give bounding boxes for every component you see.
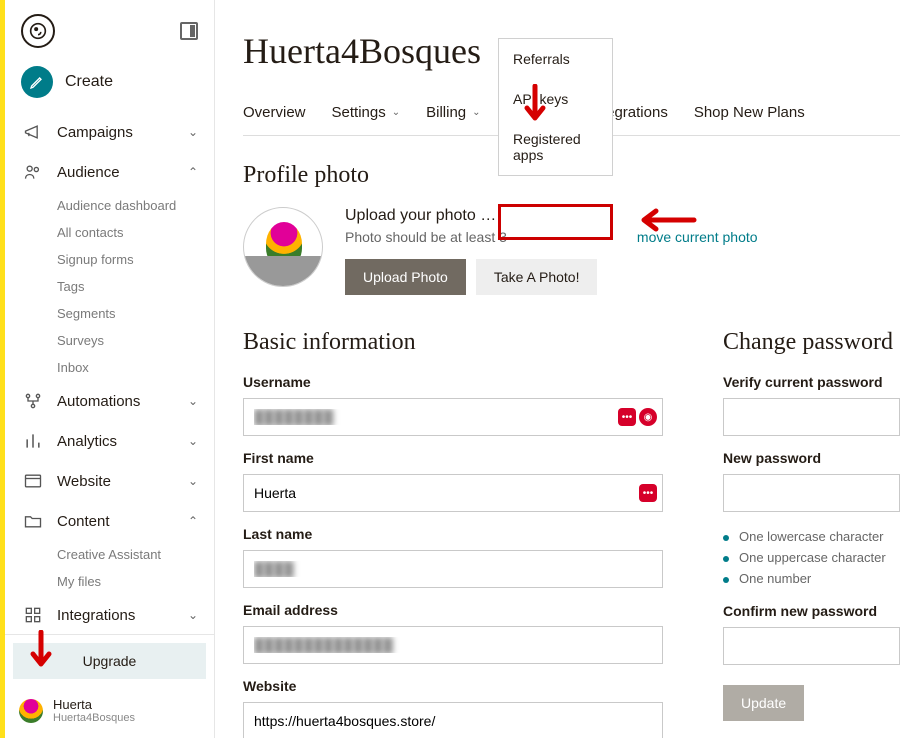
sub-my-files[interactable]: My files: [15, 568, 204, 595]
profile-avatar[interactable]: ✎: [243, 207, 323, 287]
lastpass-icon: •••: [639, 484, 657, 502]
website-input[interactable]: [243, 702, 663, 738]
menu-referrals[interactable]: Referrals: [499, 39, 612, 79]
nav-website[interactable]: Website ⌄: [15, 461, 204, 501]
new-password-input[interactable]: [723, 474, 900, 512]
chevron-down-icon: ⌄: [392, 107, 400, 118]
sub-inbox[interactable]: Inbox: [15, 354, 204, 381]
upload-title: Upload your photo …: [345, 207, 758, 225]
username-label: Username: [243, 374, 663, 390]
nav-campaigns[interactable]: Campaigns ⌄: [15, 112, 204, 152]
sub-signup-forms[interactable]: Signup forms: [15, 246, 204, 273]
chevron-down-icon: ⌄: [188, 434, 198, 448]
create-button[interactable]: Create: [5, 58, 214, 112]
shield-icon: ◉: [639, 408, 657, 426]
chevron-up-icon: ⌃: [188, 514, 198, 528]
confirm-password-label: Confirm new password: [723, 603, 900, 619]
verify-password-input[interactable]: [723, 398, 900, 436]
bar-chart-icon: [21, 429, 45, 453]
website-label: Website: [243, 678, 663, 694]
take-photo-button[interactable]: Take A Photo!: [476, 259, 598, 295]
tab-shop-new-plans[interactable]: Shop New Plans: [694, 96, 805, 135]
nav-integrations[interactable]: Integrations ⌄: [15, 595, 204, 634]
flow-icon: [21, 389, 45, 413]
people-icon: [21, 160, 45, 184]
chevron-down-icon: ⌄: [188, 125, 198, 139]
nav-automations[interactable]: Automations ⌄: [15, 381, 204, 421]
password-manager-icons[interactable]: •••: [639, 484, 657, 502]
update-button[interactable]: Update: [723, 685, 804, 721]
user-name: Huerta: [53, 697, 135, 712]
basic-info-heading: Basic information: [243, 329, 663, 356]
upload-info: Upload your photo … Photo should be at l…: [345, 207, 758, 295]
rule-lowercase: One lowercase character: [723, 526, 900, 547]
rule-number: One number: [723, 568, 900, 589]
user-org: Huerta4Bosques: [53, 712, 135, 724]
first-name-input[interactable]: [243, 474, 663, 512]
tab-overview[interactable]: Overview: [243, 96, 306, 135]
last-name-label: Last name: [243, 526, 663, 542]
tab-billing[interactable]: Billing⌄: [426, 96, 480, 135]
email-input[interactable]: [243, 626, 663, 664]
chevron-down-icon: ⌄: [188, 394, 198, 408]
last-name-input[interactable]: [243, 550, 663, 588]
password-manager-icons[interactable]: ••• ◉: [618, 408, 657, 426]
nav-content[interactable]: Content ⌃: [15, 501, 204, 541]
collapse-panel-icon[interactable]: [180, 22, 198, 40]
chevron-down-icon: ⌄: [188, 608, 198, 622]
menu-registered-apps[interactable]: Registered apps: [499, 119, 612, 175]
rule-uppercase: One uppercase character: [723, 547, 900, 568]
sub-surveys[interactable]: Surveys: [15, 327, 204, 354]
upload-photo-button[interactable]: Upload Photo: [345, 259, 466, 295]
grid-icon: [21, 603, 45, 627]
remove-photo-link[interactable]: move current photo: [637, 229, 758, 245]
sub-creative-assistant[interactable]: Creative Assistant: [15, 541, 204, 568]
create-label: Create: [65, 73, 113, 91]
sidebar: Create Campaigns ⌄ Audience ⌃ Audience d…: [5, 0, 215, 738]
chevron-down-icon: ⌄: [472, 107, 480, 118]
change-password-heading: Change password: [723, 329, 900, 356]
window-icon: [21, 469, 45, 493]
edit-photo-icon[interactable]: ✎: [273, 262, 293, 282]
mailchimp-logo[interactable]: [21, 14, 55, 48]
chevron-up-icon: ⌃: [188, 165, 198, 179]
sub-segments[interactable]: Segments: [15, 300, 204, 327]
user-footer[interactable]: Huerta Huerta4Bosques: [5, 687, 214, 738]
megaphone-icon: [21, 120, 45, 144]
confirm-password-input[interactable]: [723, 627, 900, 665]
folder-icon: [21, 509, 45, 533]
password-rules: One lowercase character One uppercase ch…: [723, 526, 900, 589]
menu-api-keys[interactable]: API keys: [499, 79, 612, 119]
sub-all-contacts[interactable]: All contacts: [15, 219, 204, 246]
sub-audience-dashboard[interactable]: Audience dashboard: [15, 192, 204, 219]
email-label: Email address: [243, 602, 663, 618]
username-input[interactable]: [243, 398, 663, 436]
tab-settings[interactable]: Settings⌄: [332, 96, 401, 135]
lastpass-icon: •••: [618, 408, 636, 426]
nav-analytics[interactable]: Analytics ⌄: [15, 421, 204, 461]
first-name-label: First name: [243, 450, 663, 466]
verify-password-label: Verify current password: [723, 374, 900, 390]
nav-audience[interactable]: Audience ⌃: [15, 152, 204, 192]
upgrade-button[interactable]: Upgrade: [13, 643, 206, 679]
user-avatar-icon: [19, 699, 43, 723]
chevron-down-icon: ⌄: [188, 474, 198, 488]
pencil-icon: [21, 66, 53, 98]
extras-dropdown: Referrals API keys Registered apps: [498, 38, 613, 176]
sub-tags[interactable]: Tags: [15, 273, 204, 300]
new-password-label: New password: [723, 450, 900, 466]
